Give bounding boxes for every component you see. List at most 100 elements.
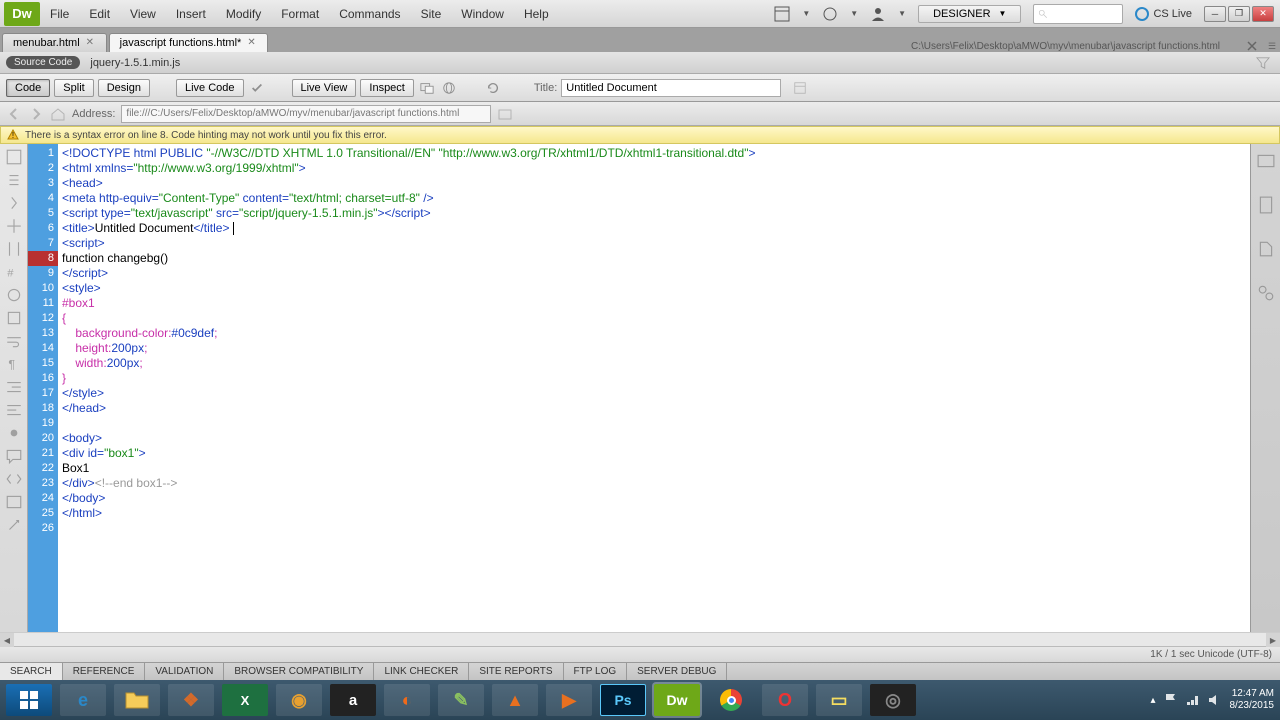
taskbar-obs[interactable]: ◎ xyxy=(870,684,916,716)
home-icon[interactable] xyxy=(50,106,66,122)
select-parent-icon[interactable] xyxy=(5,217,23,235)
taskbar-amazon[interactable]: a xyxy=(330,684,376,716)
check-icon[interactable] xyxy=(248,79,266,97)
cslive-link[interactable]: CS Live xyxy=(1135,7,1192,21)
related-file-link[interactable]: jquery-1.5.1.min.js xyxy=(90,57,180,69)
code-line[interactable]: <body> xyxy=(62,431,1246,446)
highlight-icon[interactable] xyxy=(5,286,23,304)
line-numbers-icon[interactable]: # xyxy=(5,263,23,281)
panel-tab-reference[interactable]: REFERENCE xyxy=(63,663,146,681)
menu-edit[interactable]: Edit xyxy=(79,0,120,28)
doc-menu-arrow[interactable]: ☰ xyxy=(1264,41,1280,52)
menu-insert[interactable]: Insert xyxy=(166,0,216,28)
hidden-chars-icon[interactable]: ¶ xyxy=(5,355,23,373)
extend-dropdown-arrow[interactable]: ▼ xyxy=(850,9,858,18)
live-view-button[interactable]: Live View xyxy=(292,79,357,97)
panel-tab-search[interactable]: SEARCH xyxy=(0,663,63,681)
start-button[interactable] xyxy=(6,684,52,716)
taskbar-vlc[interactable]: ▲ xyxy=(492,684,538,716)
code-line[interactable]: <style> xyxy=(62,281,1246,296)
code-line[interactable]: </div><!--end box1--> xyxy=(62,476,1246,491)
restore-button[interactable]: ❐ xyxy=(1228,6,1250,22)
code-line[interactable]: <html xmlns="http://www.w3.org/1999/xhtm… xyxy=(62,161,1246,176)
taskbar-app-1[interactable]: ❖ xyxy=(168,684,214,716)
document-tab[interactable]: javascript functions.html*✕ xyxy=(109,33,269,52)
code-line[interactable]: <script> xyxy=(62,236,1246,251)
menu-commands[interactable]: Commands xyxy=(329,0,410,28)
panel-tab-ftp-log[interactable]: FTP LOG xyxy=(564,663,628,681)
user-dropdown-arrow[interactable]: ▼ xyxy=(898,9,906,18)
document-tab[interactable]: menubar.html✕ xyxy=(2,33,107,52)
code-line[interactable]: </body> xyxy=(62,491,1246,506)
wrap-tag-icon[interactable] xyxy=(5,470,23,488)
scroll-left-icon[interactable]: ◀ xyxy=(0,633,14,647)
taskbar-opera[interactable]: O xyxy=(762,684,808,716)
source-code-pill[interactable]: Source Code xyxy=(6,56,80,69)
code-line[interactable]: <head> xyxy=(62,176,1246,191)
code-line[interactable]: </html> xyxy=(62,506,1246,521)
tab-close-icon[interactable]: ✕ xyxy=(86,38,96,48)
layout-icon[interactable] xyxy=(774,6,790,22)
browse-icon[interactable] xyxy=(497,106,513,122)
refresh-icon[interactable] xyxy=(484,79,502,97)
code-line[interactable]: <div id="box1"> xyxy=(62,446,1246,461)
network-icon[interactable] xyxy=(1186,693,1200,707)
live-code-button[interactable]: Live Code xyxy=(176,79,244,97)
doc-close-icon[interactable] xyxy=(1246,40,1258,52)
syntax-icon[interactable] xyxy=(5,309,23,327)
taskbar-excel[interactable]: X xyxy=(222,684,268,716)
scroll-right-icon[interactable]: ▶ xyxy=(1266,633,1280,647)
options-icon[interactable] xyxy=(791,79,809,97)
word-wrap-icon[interactable] xyxy=(5,332,23,350)
code-line[interactable]: { xyxy=(62,311,1246,326)
code-line[interactable]: </script> xyxy=(62,266,1246,281)
panel-tab-site-reports[interactable]: SITE REPORTS xyxy=(469,663,563,681)
inspect-button[interactable]: Inspect xyxy=(360,79,413,97)
panel-tab-validation[interactable]: VALIDATION xyxy=(145,663,224,681)
taskbar-app-3[interactable]: ✎ xyxy=(438,684,484,716)
taskbar-firefox[interactable]: ◐ xyxy=(384,684,430,716)
menu-window[interactable]: Window xyxy=(451,0,514,28)
code-line[interactable]: } xyxy=(62,371,1246,386)
extend-icon[interactable] xyxy=(822,6,838,22)
taskbar-app-2[interactable]: ◉ xyxy=(276,684,322,716)
collapse-icon[interactable] xyxy=(5,171,23,189)
taskbar-clock[interactable]: 12:47 AM 8/23/2015 xyxy=(1230,688,1275,712)
minimize-button[interactable]: ─ xyxy=(1204,6,1226,22)
indent-icon[interactable] xyxy=(5,378,23,396)
code-line[interactable]: <meta http-equiv="Content-Type" content=… xyxy=(62,191,1246,206)
close-button[interactable]: ✕ xyxy=(1252,6,1274,22)
forward-icon[interactable] xyxy=(28,106,44,122)
code-line[interactable]: height:200px; xyxy=(62,341,1246,356)
code-line[interactable]: #box1 xyxy=(62,296,1246,311)
taskbar-dreamweaver[interactable]: Dw xyxy=(654,684,700,716)
menu-modify[interactable]: Modify xyxy=(216,0,271,28)
open-docs-icon[interactable] xyxy=(5,148,23,166)
user-icon[interactable] xyxy=(870,6,886,22)
multiscreen-icon[interactable] xyxy=(418,79,436,97)
taskbar-ie[interactable]: e xyxy=(60,684,106,716)
code-line[interactable]: </head> xyxy=(62,401,1246,416)
workspace-switcher[interactable]: DESIGNER ▼ xyxy=(918,5,1021,23)
filter-icon[interactable] xyxy=(1256,56,1270,70)
title-input[interactable] xyxy=(561,79,781,97)
css-panel-icon[interactable] xyxy=(1257,152,1275,170)
code-editor[interactable]: <!DOCTYPE html PUBLIC "-//W3C//DTD XHTML… xyxy=(58,144,1250,632)
panel-tab-server-debug[interactable]: SERVER DEBUG xyxy=(627,663,727,681)
horizontal-scrollbar[interactable]: ◀ ▶ xyxy=(0,632,1280,646)
taskbar-explorer[interactable] xyxy=(114,684,160,716)
comment-icon[interactable] xyxy=(5,447,23,465)
code-line[interactable]: </style> xyxy=(62,386,1246,401)
flag-icon[interactable] xyxy=(1164,693,1178,707)
code-line[interactable]: <script type="text/javascript" src="scri… xyxy=(62,206,1246,221)
taskbar-app-4[interactable]: ▶ xyxy=(546,684,592,716)
code-view-button[interactable]: Code xyxy=(6,79,50,97)
code-line[interactable]: function changebg() xyxy=(62,251,1246,266)
code-line[interactable]: width:200px; xyxy=(62,356,1246,371)
code-line[interactable] xyxy=(62,416,1246,431)
address-input[interactable] xyxy=(121,105,491,123)
taskbar-chrome[interactable] xyxy=(708,684,754,716)
insert-panel-icon[interactable] xyxy=(1257,196,1275,214)
recent-snippets-icon[interactable] xyxy=(5,493,23,511)
layout-dropdown-arrow[interactable]: ▼ xyxy=(802,9,810,18)
